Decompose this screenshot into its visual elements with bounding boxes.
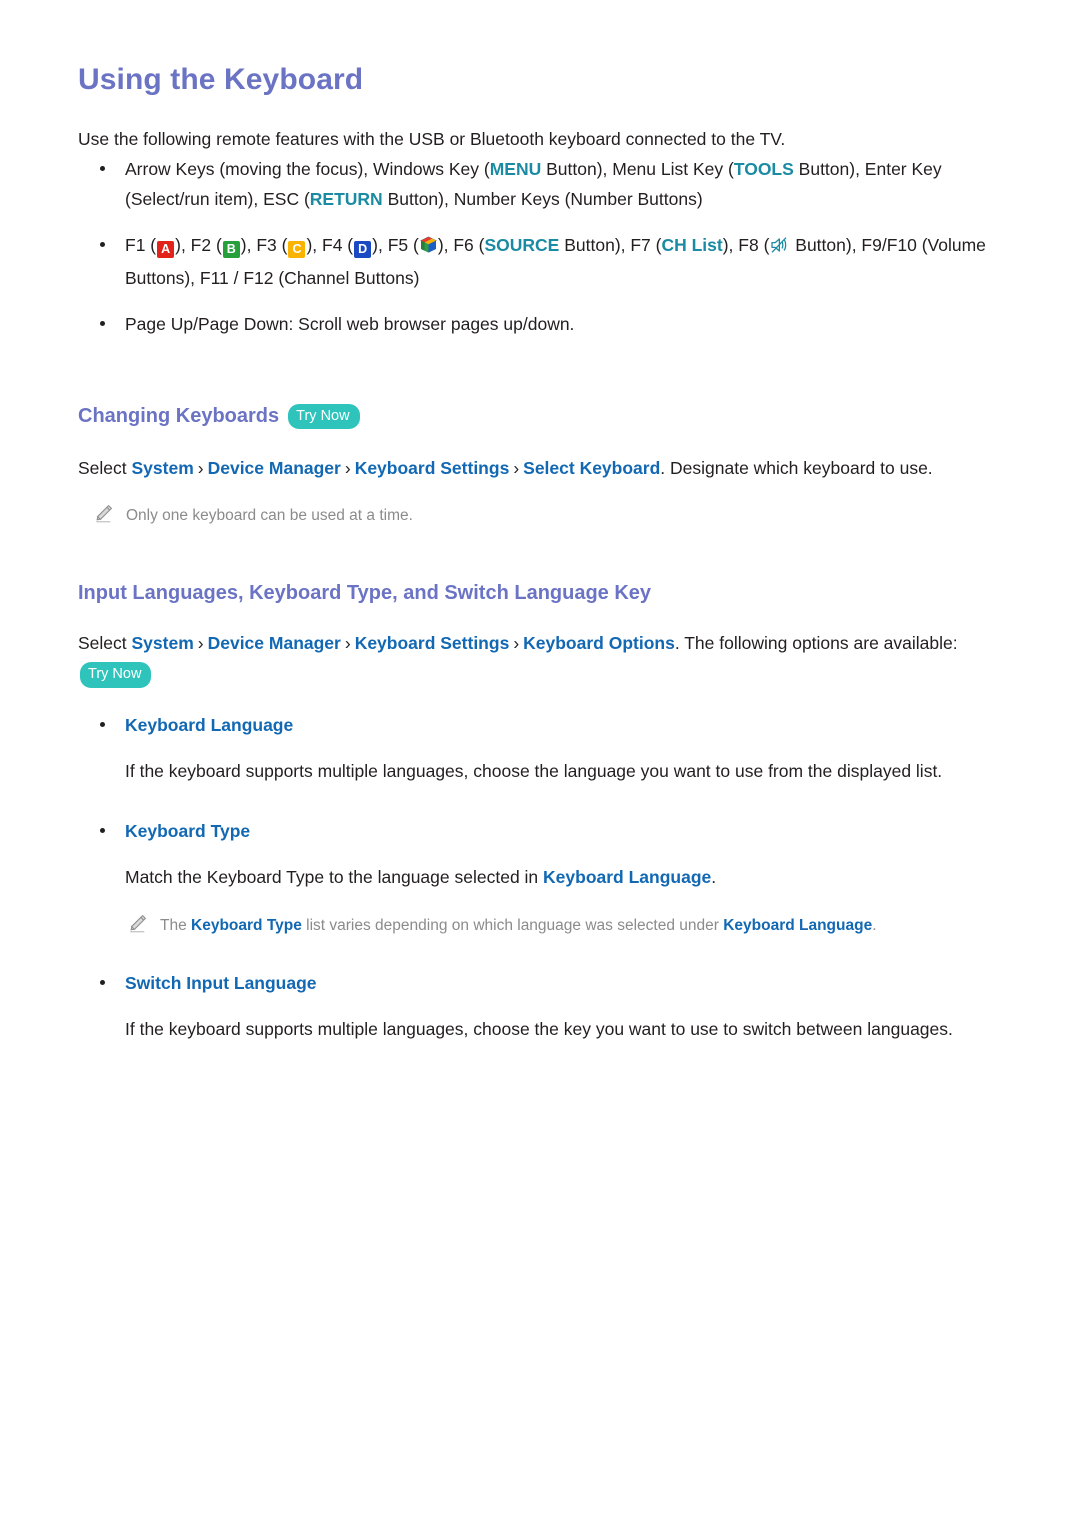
desc-text-2: .: [711, 867, 717, 888]
fkeys-text-6: ), F6 (: [437, 235, 485, 256]
chevron-icon: ›: [197, 458, 204, 479]
option-label[interactable]: Keyboard Type: [125, 821, 250, 841]
fkeys-text-8: ), F8 (: [722, 235, 770, 256]
smart-hub-cube-icon: [419, 233, 437, 263]
fkeys-text-2: ), F2 (: [175, 235, 222, 256]
menu-path-device-manager[interactable]: Device Manager: [208, 633, 341, 653]
pencil-note-icon: [126, 913, 148, 935]
fkeys-text-7: Button), F7 (: [559, 235, 662, 256]
fkeys-text-4: ), F4 (: [306, 235, 354, 256]
section-input-languages-header: Input Languages, Keyboard Type, and Swit…: [78, 581, 1020, 606]
path-suffix: . The following options are available:: [674, 632, 958, 653]
option-label[interactable]: Switch Input Language: [125, 973, 317, 993]
inline-link-keyboard-language[interactable]: Keyboard Language: [543, 867, 711, 887]
arrow-keys-text-4: Button), Number Keys (Number Buttons): [382, 189, 703, 210]
list-item-arrow-keys: Arrow Keys (moving the focus), Windows K…: [78, 154, 1020, 214]
option-keyboard-type: Keyboard Type Match the Keyboard Type to…: [78, 816, 1020, 938]
section-title-text: Changing Keyboards: [78, 404, 280, 427]
arrow-keys-text-1: Arrow Keys (moving the focus), Windows K…: [125, 159, 490, 180]
return-button-label: RETURN: [309, 189, 383, 210]
option-description: If the keyboard supports multiple langua…: [125, 761, 943, 782]
note-text-1: The: [160, 916, 192, 934]
path-prefix: Select: [78, 632, 132, 653]
option-switch-input-language: Switch Input Language If the keyboard su…: [78, 968, 1020, 1044]
option-bullet: Keyboard Language: [78, 710, 1020, 740]
inline-link-keyboard-type[interactable]: Keyboard Type: [191, 917, 302, 934]
try-now-badge[interactable]: Try Now: [288, 403, 360, 430]
section-changing-keyboards-header: Changing Keyboards Try Now: [78, 403, 1020, 430]
pencil-note-icon: [92, 503, 114, 525]
menu-path-select-keyboard[interactable]: Select Keyboard: [523, 458, 660, 478]
option-description: If the keyboard supports multiple langua…: [125, 1019, 953, 1040]
ch-list-button-label: CH List: [661, 235, 723, 256]
option-bullet: Keyboard Type: [78, 816, 1020, 846]
option-bullet: Switch Input Language: [78, 968, 1020, 998]
color-key-d-icon: D: [354, 241, 372, 259]
note-text: Only one keyboard can be used at a time.: [126, 507, 413, 525]
menu-path-device-manager[interactable]: Device Manager: [208, 458, 341, 478]
chevron-icon: ›: [513, 632, 520, 653]
page-title: Using the Keyboard: [78, 63, 364, 96]
path-prefix: Select: [78, 458, 132, 479]
fkeys-text-3: ), F3 (: [240, 235, 288, 256]
desc-text-1: Match the Keyboard Type to the language …: [125, 867, 544, 888]
changing-keyboards-path: Select System › Device Manager › Keyboard Se…: [78, 453, 1020, 483]
tools-button-label: TOOLS: [733, 159, 794, 180]
color-key-c-icon: C: [288, 241, 306, 259]
chevron-icon: ›: [344, 458, 351, 479]
menu-button-label: MENU: [489, 159, 542, 180]
menu-path-system[interactable]: System: [132, 633, 194, 653]
remote-features-list: Arrow Keys (moving the focus), Windows K…: [78, 154, 1020, 339]
note-text-2: list varies depending on which language …: [301, 916, 724, 934]
section-title: Input Languages, Keyboard Type, and Swit…: [78, 581, 1020, 606]
note-keyboard-type: The Keyboard Type list varies depending …: [126, 913, 1020, 939]
chevron-icon: ›: [197, 632, 204, 653]
arrow-keys-text-2: Button), Menu List Key (: [541, 159, 734, 180]
option-description: Match the Keyboard Type to the language …: [125, 862, 1020, 892]
list-item-function-keys: F1 (A), F2 (B), F3 (C), F4 (D), F5 ( ), F…: [78, 230, 1020, 293]
note-text: The Keyboard Type list varies depending …: [160, 913, 877, 939]
list-item-page-keys: Page Up/Page Down: Scroll web browser pa…: [78, 309, 1020, 339]
option-label[interactable]: Keyboard Language: [125, 715, 293, 735]
note-text-3: .: [872, 916, 877, 934]
input-languages-path: Select System › Device Manager › Keyboard Se…: [78, 628, 1020, 688]
try-now-badge[interactable]: Try Now: [80, 662, 152, 688]
chevron-icon: ›: [344, 632, 351, 653]
mute-speaker-icon: [770, 233, 789, 263]
color-key-a-icon: A: [157, 241, 175, 259]
color-key-b-icon: B: [222, 241, 240, 259]
path-suffix: . Designate which keyboard to use.: [660, 458, 933, 479]
fkeys-text-5: ), F5 (: [372, 235, 419, 256]
document-page: Using the Keyboard Use the following rem…: [0, 0, 1080, 1527]
inline-link-keyboard-language[interactable]: Keyboard Language: [723, 917, 872, 934]
section-title: Changing Keyboards Try Now: [78, 403, 1020, 430]
option-keyboard-language: Keyboard Language If the keyboard suppor…: [78, 710, 1020, 786]
menu-path-system[interactable]: System: [132, 458, 194, 478]
menu-path-keyboard-settings[interactable]: Keyboard Settings: [355, 633, 510, 653]
source-button-label: SOURCE: [484, 235, 560, 256]
note-single-keyboard: Only one keyboard can be used at a time.: [92, 503, 1020, 529]
intro-paragraph: Use the following remote features with t…: [78, 129, 786, 149]
menu-path-keyboard-options[interactable]: Keyboard Options: [523, 633, 675, 653]
section-title-text: Input Languages, Keyboard Type, and Swit…: [78, 581, 652, 604]
chevron-icon: ›: [513, 458, 520, 479]
menu-path-keyboard-settings[interactable]: Keyboard Settings: [355, 458, 510, 478]
fkeys-text-1: F1 (: [125, 235, 157, 256]
